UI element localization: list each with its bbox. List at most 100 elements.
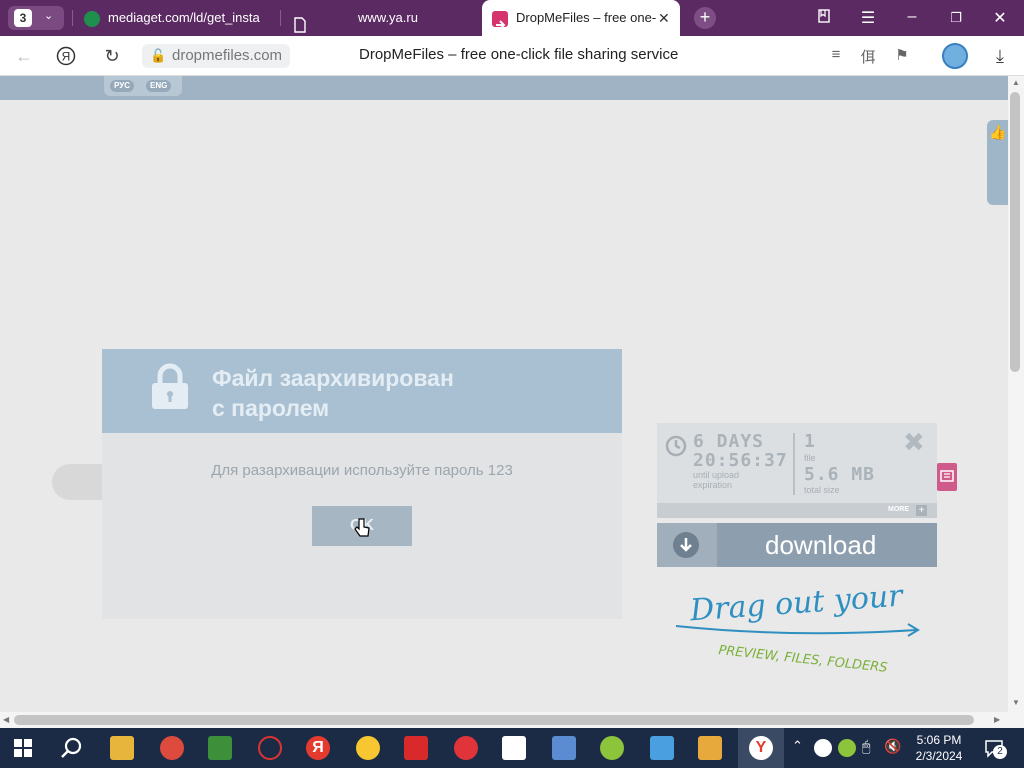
like-side-tab[interactable]: 👍: [987, 120, 1008, 205]
reload-icon[interactable]: ↻: [102, 46, 122, 67]
archive-app-icon[interactable]: [698, 736, 722, 760]
yandex-market-icon[interactable]: [356, 736, 380, 760]
collections-icon[interactable]: [814, 8, 834, 29]
document-app-icon[interactable]: [552, 736, 576, 760]
svg-text:Я: Я: [62, 50, 71, 64]
bookmark-icon[interactable]: ⚑: [892, 46, 912, 64]
yandex-icon[interactable]: Я: [306, 736, 330, 760]
translate-icon[interactable]: 佴: [858, 46, 878, 67]
tab-label: mediaget.com/ld/get_insta: [108, 10, 260, 25]
scroll-corner: [1008, 712, 1024, 728]
tray-yandex-icon[interactable]: [814, 739, 832, 757]
modal-title-line2: с паролем: [212, 395, 330, 421]
photos-icon[interactable]: [502, 736, 526, 760]
windows-start-icon[interactable]: [14, 739, 32, 762]
site-header-strip: РУС ENG: [0, 76, 1008, 100]
modal-message: Для разархивации используйте пароль 123: [211, 462, 513, 479]
tray-mediaget-icon[interactable]: [838, 739, 856, 757]
horizontal-scroll-thumb[interactable]: [14, 715, 974, 725]
profile-avatar[interactable]: [942, 43, 968, 69]
language-switcher: РУС ENG: [104, 76, 182, 96]
vertical-scrollbar[interactable]: ▲ ▼: [1008, 76, 1024, 712]
reader-mode-icon[interactable]: ≡: [826, 46, 846, 63]
tab-count-button[interactable]: 3 ⌄: [8, 6, 64, 30]
download-label: download: [765, 530, 877, 560]
vertical-scroll-thumb[interactable]: [1010, 92, 1020, 372]
network-icon[interactable]: 🖱: [862, 738, 870, 755]
more-bar[interactable]: MORE +: [657, 503, 937, 518]
file-explorer-icon[interactable]: [110, 736, 134, 760]
more-label: MORE: [888, 506, 909, 513]
tab-divider: [72, 10, 73, 26]
expiry-days: 6 DAYS: [693, 431, 765, 452]
scroll-up-icon[interactable]: ▲: [1012, 78, 1020, 87]
yandex-browser-icon[interactable]: Y: [749, 736, 773, 760]
clock-date: 2/3/2024: [915, 749, 963, 763]
address-bar: ← Я ↻ 🔓 dropmefiles.com DropMeFiles – fr…: [0, 36, 1024, 76]
restore-icon[interactable]: ❐: [946, 10, 966, 26]
lock-icon: [150, 363, 190, 416]
back-icon[interactable]: ←: [14, 46, 34, 67]
menu-icon[interactable]: ☰: [858, 8, 878, 28]
expiry-time: 20:56:37: [693, 450, 788, 471]
download-arrow-box: [657, 523, 717, 567]
windows-taskbar: Я Y ⌃ 🖱 🔇 5:06 PM 2/3/2024 2: [0, 728, 1024, 768]
browser-tab-bar: 3 ⌄ mediaget.com/ld/get_insta www.ya.ru …: [0, 0, 1024, 36]
wps-office-icon[interactable]: [454, 736, 478, 760]
scroll-down-icon[interactable]: ▼: [1012, 698, 1020, 707]
winrar-icon[interactable]: [208, 736, 232, 760]
file-info-panel: 6 DAYS 20:56:37 until upload expiration …: [657, 423, 937, 503]
scroll-left-icon[interactable]: ◀: [3, 715, 9, 724]
tab-dropmefiles[interactable]: DropMeFiles – free one- ✕: [482, 0, 680, 36]
kinopoisk-icon[interactable]: [404, 736, 428, 760]
yandex-home-icon[interactable]: Я: [56, 46, 76, 71]
file-label: file: [804, 453, 816, 463]
document-icon: [292, 11, 308, 33]
url-field[interactable]: 🔓 dropmefiles.com: [142, 44, 291, 68]
minimize-icon[interactable]: –: [902, 8, 922, 26]
mediaget-icon: [84, 10, 100, 27]
drag-out-hint: Drag out your PREVIEW, FILES, FOLDERS: [672, 576, 932, 686]
download-manager-icon[interactable]: ⤓: [990, 46, 1010, 67]
search-icon[interactable]: [60, 736, 84, 765]
cursor-hand-icon: [354, 517, 370, 544]
close-tab-icon[interactable]: ✕: [658, 0, 670, 36]
system-clock[interactable]: 5:06 PM 2/3/2024: [904, 732, 974, 764]
new-tab-button[interactable]: +: [694, 7, 716, 29]
scroll-right-icon[interactable]: ▶: [994, 715, 1000, 724]
download-button[interactable]: download: [657, 523, 937, 567]
page-title: DropMeFiles – free one-click file sharin…: [359, 46, 679, 63]
expiry-label-2: expiration: [693, 480, 733, 490]
clock-time: 5:06 PM: [916, 733, 962, 747]
page-content: РУС ENG 👍 Файл заархивирован с паролем Д…: [0, 76, 1008, 712]
feedback-button[interactable]: [937, 463, 957, 491]
antivirus-icon[interactable]: [258, 736, 282, 760]
tab-mediaget[interactable]: mediaget.com/ld/get_insta: [84, 0, 274, 36]
tray-chevron-icon[interactable]: ⌃: [792, 738, 803, 754]
horizontal-scrollbar[interactable]: ◀ ▶: [0, 712, 1008, 728]
download-arrow-icon: [673, 532, 699, 558]
side-tab: [52, 464, 102, 500]
tab-label: DropMeFiles – free one-: [516, 10, 657, 25]
mediaget-taskbar-icon[interactable]: [600, 736, 624, 760]
modal-title-line1: Файл заархивирован: [212, 365, 454, 391]
tab-yandex[interactable]: www.ya.ru: [292, 0, 472, 36]
tab-label: www.ya.ru: [358, 10, 418, 25]
info-divider: [793, 433, 795, 495]
plus-icon: +: [916, 505, 927, 516]
total-size: 5.6 MB: [804, 464, 876, 485]
modal-header: Файл заархивирован с паролем: [102, 349, 622, 433]
modal-title: Файл заархивирован с паролем: [212, 363, 454, 423]
expiry-label-1: until upload: [693, 470, 740, 480]
url-text: dropmefiles.com: [172, 47, 283, 64]
chrome-icon[interactable]: [160, 736, 184, 760]
password-modal: Файл заархивирован с паролем Для разархи…: [102, 349, 622, 619]
dropmefiles-icon: [492, 10, 508, 30]
volume-muted-icon[interactable]: 🔇: [884, 738, 901, 755]
close-window-icon[interactable]: ✕: [990, 8, 1010, 28]
lang-ru-button[interactable]: РУС: [110, 80, 134, 92]
contacts-app-icon[interactable]: [650, 736, 674, 760]
file-count: 1: [804, 431, 816, 452]
close-panel-icon[interactable]: ✖: [903, 427, 925, 458]
lang-en-button[interactable]: ENG: [146, 80, 172, 92]
